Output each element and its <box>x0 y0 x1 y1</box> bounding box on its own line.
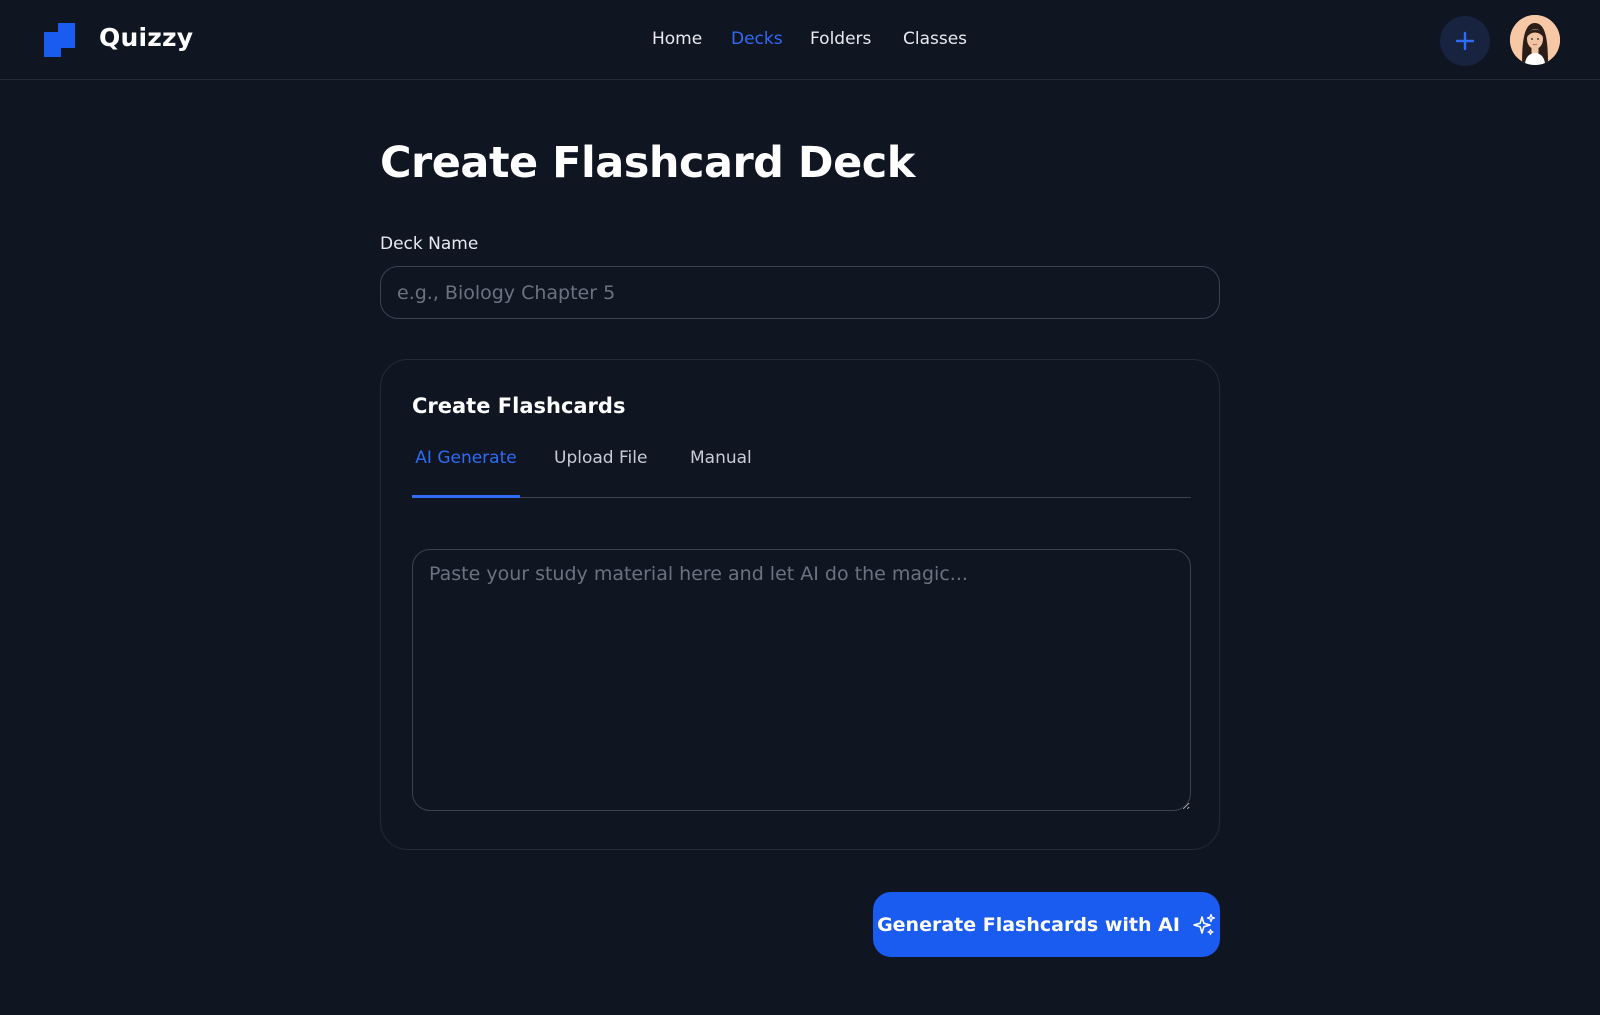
generate-flashcards-button[interactable]: Generate Flashcards with AI <box>873 892 1220 957</box>
tab-ai-generate[interactable]: AI Generate <box>412 446 520 498</box>
deck-name-input[interactable] <box>380 266 1220 319</box>
study-material-textarea[interactable] <box>412 549 1191 811</box>
plus-icon <box>1455 31 1475 51</box>
nav-link-home[interactable]: Home <box>652 29 702 49</box>
tab-upload-file[interactable]: Upload File <box>554 446 647 498</box>
generate-button-label: Generate Flashcards with AI <box>877 913 1180 936</box>
main-nav: Home Decks Folders Classes <box>0 29 1600 53</box>
nav-link-classes[interactable]: Classes <box>903 29 967 49</box>
sparkles-icon <box>1193 913 1216 935</box>
create-flashcards-panel: Create Flashcards AI Generate Upload Fil… <box>380 359 1220 850</box>
deck-name-label: Deck Name <box>380 234 479 254</box>
avatar-portrait-icon <box>1510 15 1560 65</box>
top-navbar: Quizzy Home Decks Folders Classes <box>0 0 1600 80</box>
user-avatar[interactable] <box>1510 15 1560 65</box>
add-button[interactable] <box>1440 16 1490 66</box>
panel-title: Create Flashcards <box>412 394 626 418</box>
creation-mode-tabs: AI Generate Upload File Manual <box>412 446 1191 498</box>
nav-link-decks[interactable]: Decks <box>731 29 783 49</box>
nav-link-folders[interactable]: Folders <box>810 29 871 49</box>
page-title: Create Flashcard Deck <box>380 138 915 188</box>
tab-manual[interactable]: Manual <box>690 446 752 498</box>
